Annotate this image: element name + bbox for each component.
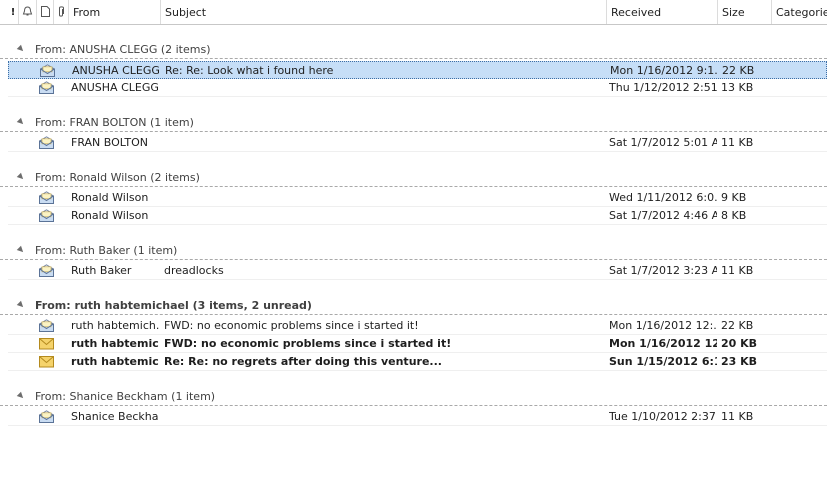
collapse-triangle-icon[interactable] <box>16 391 26 401</box>
bell-icon <box>22 6 33 16</box>
message-size: 9 KB <box>721 191 747 204</box>
message-size: 22 KB <box>722 64 755 77</box>
message-from: ruth habtemich... <box>71 355 159 368</box>
message-received: Sat 1/7/2012 3:23 AM <box>609 264 717 277</box>
message-received: Thu 1/12/2012 2:51... <box>609 81 717 94</box>
reminder-column-header[interactable] <box>19 0 37 24</box>
message-from: ANUSHA CLEGG <box>71 81 159 94</box>
message-row[interactable]: ruth habtemich... FWD: no economic proble… <box>8 317 827 335</box>
group-header[interactable]: From: FRAN BOLTON (1 item) <box>0 114 827 132</box>
message-received: Wed 1/11/2012 6:0... <box>609 191 717 204</box>
from-header-label: From <box>73 6 101 19</box>
message-from: ANUSHA CLEGG <box>72 64 160 77</box>
message-size: 11 KB <box>721 136 754 149</box>
message-size: 11 KB <box>721 264 754 277</box>
importance-column-header[interactable]: ! <box>8 0 19 24</box>
group-label: From: FRAN BOLTON (1 item) <box>35 116 194 129</box>
group-label: From: ruth habtemichael (3 items, 2 unre… <box>35 299 312 312</box>
message-from: Ronald Wilson <box>71 191 149 204</box>
collapse-triangle-icon[interactable] <box>16 117 26 127</box>
message-received: Mon 1/16/2012 12:... <box>609 319 717 332</box>
message-size: 8 KB <box>721 209 747 222</box>
message-received: Sat 1/7/2012 4:46 AM <box>609 209 717 222</box>
collapse-triangle-icon[interactable] <box>16 300 26 310</box>
paperclip-icon <box>59 6 64 17</box>
unread-envelope-icon <box>38 337 55 350</box>
read-envelope-icon <box>38 264 55 277</box>
message-size: 11 KB <box>721 410 754 423</box>
group-header[interactable]: From: ruth habtemichael (3 items, 2 unre… <box>0 297 827 315</box>
message-row[interactable]: Ronald Wilson Wed 1/11/2012 6:0... 9 KB <box>8 189 827 207</box>
message-subject: Re: Re: no regrets after doing this vent… <box>164 355 442 368</box>
message-row[interactable]: ruth habtemich... Re: Re: no regrets afte… <box>8 353 827 371</box>
from-column-header[interactable]: From <box>69 0 161 24</box>
collapse-triangle-icon[interactable] <box>16 172 26 182</box>
collapse-triangle-icon[interactable] <box>16 44 26 54</box>
document-icon <box>40 6 50 17</box>
group-label: From: Ronald Wilson (2 items) <box>35 171 200 184</box>
message-row[interactable]: FRAN BOLTON Sat 1/7/2012 5:01 AM 11 KB <box>8 134 827 152</box>
message-row[interactable]: Ruth Baker dreadlocks Sat 1/7/2012 3:23 AM… <box>8 262 827 280</box>
message-received: Mon 1/16/2012 12:... <box>609 337 717 350</box>
group-label: From: Ruth Baker (1 item) <box>35 244 178 257</box>
read-envelope-icon <box>38 410 55 423</box>
message-received: Mon 1/16/2012 9:1... <box>610 64 718 77</box>
message-from: ruth habtemich... <box>71 337 159 350</box>
message-row[interactable]: ANUSHA CLEGG Re: Re: Look what i found he… <box>8 61 827 79</box>
message-from: ruth habtemich... <box>71 319 159 332</box>
message-received: Sun 1/15/2012 6:1... <box>609 355 717 368</box>
read-envelope-icon <box>39 64 56 77</box>
message-from: Ruth Baker <box>71 264 132 277</box>
icon-column-header[interactable] <box>37 0 54 24</box>
message-from: Ronald Wilson <box>71 209 149 222</box>
message-size: 20 KB <box>721 337 758 350</box>
unread-envelope-icon <box>38 355 55 368</box>
message-row[interactable]: ANUSHA CLEGG Thu 1/12/2012 2:51... 13 KB <box>8 79 827 97</box>
message-from: FRAN BOLTON <box>71 136 149 149</box>
received-column-header[interactable]: Received <box>607 0 718 24</box>
read-envelope-icon <box>38 136 55 149</box>
message-subject: dreadlocks <box>164 264 224 277</box>
collapse-triangle-icon[interactable] <box>16 245 26 255</box>
subject-column-header[interactable]: Subject <box>161 0 607 24</box>
message-size: 13 KB <box>721 81 754 94</box>
group-header[interactable]: From: Ronald Wilson (2 items) <box>0 169 827 187</box>
read-envelope-icon <box>38 81 55 94</box>
column-header-bar: ! From Subject Received Size Categorie <box>0 0 827 25</box>
group-header[interactable]: From: Ruth Baker (1 item) <box>0 242 827 260</box>
read-envelope-icon <box>38 191 55 204</box>
message-size: 23 KB <box>721 355 758 368</box>
group-header[interactable]: From: Shanice Beckham (1 item) <box>0 388 827 406</box>
read-envelope-icon <box>38 209 55 222</box>
categories-column-header[interactable]: Categorie <box>772 0 827 24</box>
message-received: Sat 1/7/2012 5:01 AM <box>609 136 717 149</box>
read-envelope-icon <box>38 319 55 332</box>
message-subject: FWD: no economic problems since i starte… <box>164 337 452 350</box>
group-header[interactable]: From: ANUSHA CLEGG (2 items) <box>0 41 827 59</box>
message-subject: Re: Re: Look what i found here <box>165 64 334 77</box>
message-size: 22 KB <box>721 319 754 332</box>
attachment-column-header[interactable] <box>54 0 69 24</box>
message-received: Tue 1/10/2012 2:37 ... <box>609 410 717 423</box>
message-subject: FWD: no economic problems since i starte… <box>164 319 419 332</box>
group-label: From: ANUSHA CLEGG (2 items) <box>35 43 211 56</box>
message-row[interactable]: ruth habtemich... FWD: no economic proble… <box>8 335 827 353</box>
message-row[interactable]: Ronald Wilson Sat 1/7/2012 4:46 AM 8 KB <box>8 207 827 225</box>
message-row[interactable]: Shanice Beckham Tue 1/10/2012 2:37 ... 11 … <box>8 408 827 426</box>
size-column-header[interactable]: Size <box>718 0 772 24</box>
group-label: From: Shanice Beckham (1 item) <box>35 390 216 403</box>
message-from: Shanice Beckham <box>71 410 159 423</box>
